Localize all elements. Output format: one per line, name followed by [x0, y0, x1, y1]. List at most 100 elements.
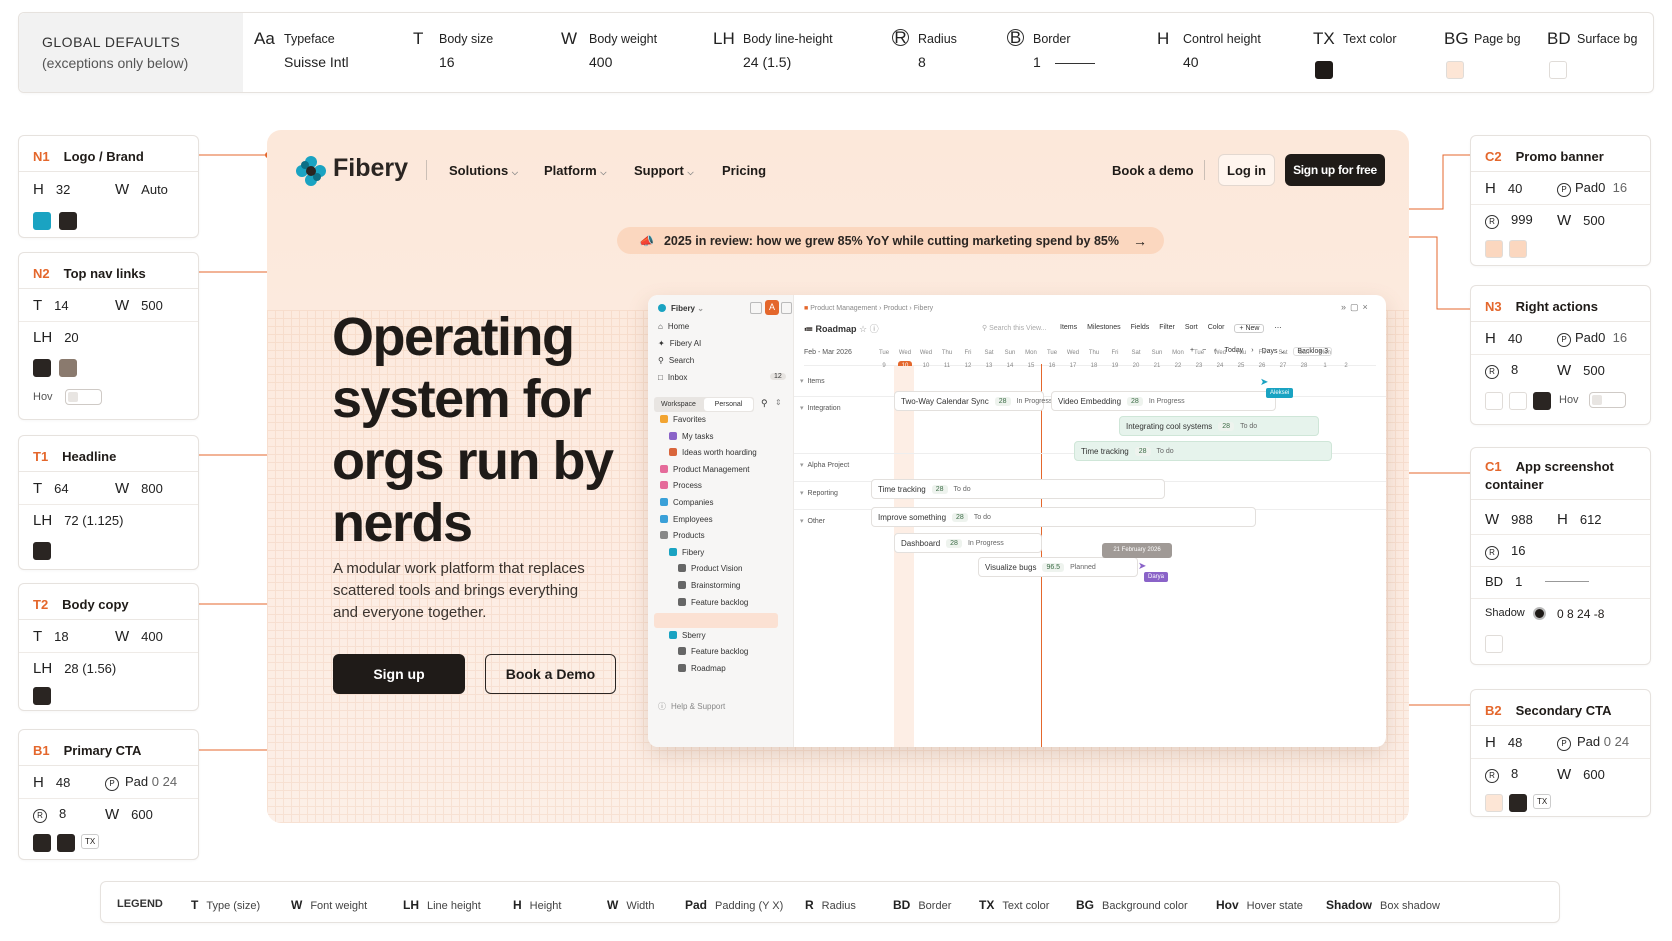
breadcrumb-item[interactable]: Fibery — [914, 305, 933, 312]
timeline-group[interactable]: ▾ Items — [800, 377, 825, 385]
promo-banner[interactable]: 📣 2025 in review: how we grew 85% YoY wh… — [617, 227, 1164, 254]
text-color-icon: TX — [1313, 29, 1335, 48]
toolbar-filter[interactable]: Filter — [1159, 324, 1175, 333]
timeline-group[interactable]: ▾ Reporting — [800, 489, 838, 497]
day-name: Fri — [1258, 350, 1266, 356]
global-defaults-bar: GLOBAL DEFAULTS (exceptions only below) … — [18, 12, 1654, 93]
timeline-task[interactable]: Time tracking 28 To do — [871, 479, 1165, 499]
breadcrumb-item[interactable]: Product Management — [810, 305, 877, 312]
new-button[interactable]: + New — [1234, 324, 1265, 333]
login-button[interactable]: Log in — [1218, 154, 1275, 186]
task-name: Two-Way Calendar Sync — [901, 396, 989, 406]
sidebar-tree-item[interactable]: Roadmap — [678, 664, 726, 673]
sidebar-tree-item[interactable]: Employees — [660, 514, 713, 524]
search-placeholder: Search this View... — [989, 325, 1047, 332]
sidebar-tree-item[interactable]: Process — [660, 481, 702, 490]
task-estimate: 28 — [994, 396, 1011, 406]
sidebar-tree-item[interactable]: Ideas worth hoarding — [669, 448, 757, 457]
sidebar-item-ai[interactable]: ✦ Fibery AI — [658, 339, 701, 348]
fibery-logo-icon[interactable] — [295, 155, 327, 187]
group-label: Reporting — [807, 490, 838, 497]
sidebar-item-home[interactable]: ⌂ Home — [658, 322, 689, 331]
nav-pricing[interactable]: Pricing — [722, 163, 766, 178]
signup-free-button[interactable]: Sign up for free — [1285, 154, 1385, 186]
more-icon[interactable]: ⋯ — [1274, 324, 1281, 333]
timeline-task[interactable]: Improve something 28 To do — [871, 507, 1256, 527]
task-status: Planned — [1070, 563, 1096, 571]
today-line — [1041, 364, 1042, 747]
timeline-task[interactable]: Two-Way Calendar Sync 28 In Progress — [894, 391, 1052, 411]
spec-value: 400 — [141, 629, 163, 644]
sidebar-item-inbox[interactable]: □ Inbox — [658, 373, 687, 382]
gd-label: Body size — [439, 32, 494, 46]
timeline-task[interactable]: Video Embedding 28 In Progress — [1051, 391, 1276, 411]
sidebar-tree-item[interactable]: Feature backlog — [678, 597, 748, 607]
nav-platform[interactable]: Platform ⌵ — [544, 163, 606, 178]
spec-row: T 64 — [33, 480, 69, 497]
nav-support[interactable]: Support ⌵ — [634, 163, 694, 178]
day-number: 22 — [1174, 363, 1182, 369]
panel-icon[interactable] — [750, 302, 762, 314]
tree-item-icon — [669, 448, 677, 457]
timeline-group[interactable]: ▾ Integration — [800, 404, 841, 412]
nav-solutions[interactable]: Solutions ⌵ — [449, 163, 518, 178]
task-name: Visualize bugs — [985, 562, 1037, 572]
timeline-task[interactable]: Integrating cool systems 28 To do — [1119, 416, 1319, 436]
book-demo-link[interactable]: Book a demo — [1112, 163, 1194, 178]
sidebar-tree-item[interactable]: Fibery — [669, 547, 704, 557]
legend-item: H Height — [513, 898, 561, 912]
timeline-task[interactable]: Visualize bugs 96.5 Planned — [978, 557, 1138, 577]
spec-header: C1 App screenshot container — [1471, 448, 1650, 500]
sidebar-tree-item[interactable]: Brainstorming — [678, 581, 740, 590]
timeline-group[interactable]: ▾ Alpha Project — [800, 461, 849, 469]
compose-icon[interactable] — [781, 302, 792, 314]
tab-workspace[interactable]: Workspace — [654, 397, 703, 412]
signup-button[interactable]: Sign up — [333, 654, 465, 694]
toolbar-sort[interactable]: Sort — [1185, 324, 1198, 333]
spec-value: 64 — [54, 481, 69, 496]
sidebar-tree-item[interactable]: Sberry — [669, 630, 706, 640]
search-icon[interactable]: ⚲ — [761, 398, 768, 409]
sidebar-tree-item[interactable]: Feature backlog — [678, 647, 748, 656]
radius-icon: R — [1485, 214, 1499, 229]
book-demo-button[interactable]: Book a Demo — [485, 654, 616, 694]
spec-code: C1 — [1485, 459, 1502, 474]
timeline-task[interactable]: Time tracking 28 To do — [1074, 441, 1332, 461]
view-search[interactable]: ⚲ Search this View... — [982, 324, 1047, 332]
window-controls-icon[interactable]: »▢× — [1341, 302, 1372, 313]
sidebar-tree-item[interactable]: Favorites — [660, 415, 706, 424]
breadcrumb-item[interactable]: Product — [883, 305, 907, 312]
star-icon[interactable]: ☆ ⓘ — [859, 324, 879, 334]
toolbar-fields[interactable]: Fields — [1131, 324, 1150, 333]
timeline-group[interactable]: ▾ Other — [800, 517, 825, 525]
sidebar-tree-item[interactable]: Companies — [660, 498, 713, 507]
task-name: Integrating cool systems — [1126, 421, 1213, 431]
toolbar-milestones[interactable]: Milestones — [1087, 324, 1120, 333]
date-range: Feb - Mar 2026 — [804, 349, 852, 356]
search-icon: ⚲ — [982, 325, 988, 332]
sidebar-item-search[interactable]: ⚲ Search — [658, 356, 694, 365]
workspace-switcher[interactable]: Fibery ⌄ — [658, 304, 704, 313]
brand-name[interactable]: Fibery — [333, 154, 408, 183]
sidebar-tree-item[interactable]: Product Management — [660, 464, 750, 474]
selected-row-highlight — [654, 613, 778, 628]
spec-row: T 18 — [33, 628, 69, 645]
sort-icon[interactable]: ⇕ — [775, 398, 782, 407]
sidebar-tree-item[interactable]: Products — [660, 531, 705, 540]
hover-toggle[interactable] — [1589, 392, 1626, 408]
day-number: 23 — [1195, 363, 1203, 369]
ai-icon[interactable]: A — [765, 300, 779, 315]
toolbar-items[interactable]: Items — [1060, 324, 1077, 333]
spec-value: 32 — [55, 182, 71, 197]
headline-line: orgs run by — [332, 431, 614, 491]
toolbar-color[interactable]: Color — [1208, 324, 1225, 333]
help-support-link[interactable]: ⓘ Help & Support — [658, 701, 725, 712]
sidebar-tree-item[interactable]: Product Vision — [678, 564, 742, 573]
timeline-task[interactable]: Dashboard 28 In Progress — [894, 533, 1042, 553]
nav-label: Support — [634, 163, 684, 178]
task-name: Video Embedding — [1058, 396, 1122, 406]
hover-toggle[interactable] — [65, 389, 102, 405]
day-number: 25 — [1237, 363, 1245, 369]
sidebar-tree-item[interactable]: My tasks — [669, 431, 714, 441]
tab-personal[interactable]: Personal — [704, 398, 753, 411]
